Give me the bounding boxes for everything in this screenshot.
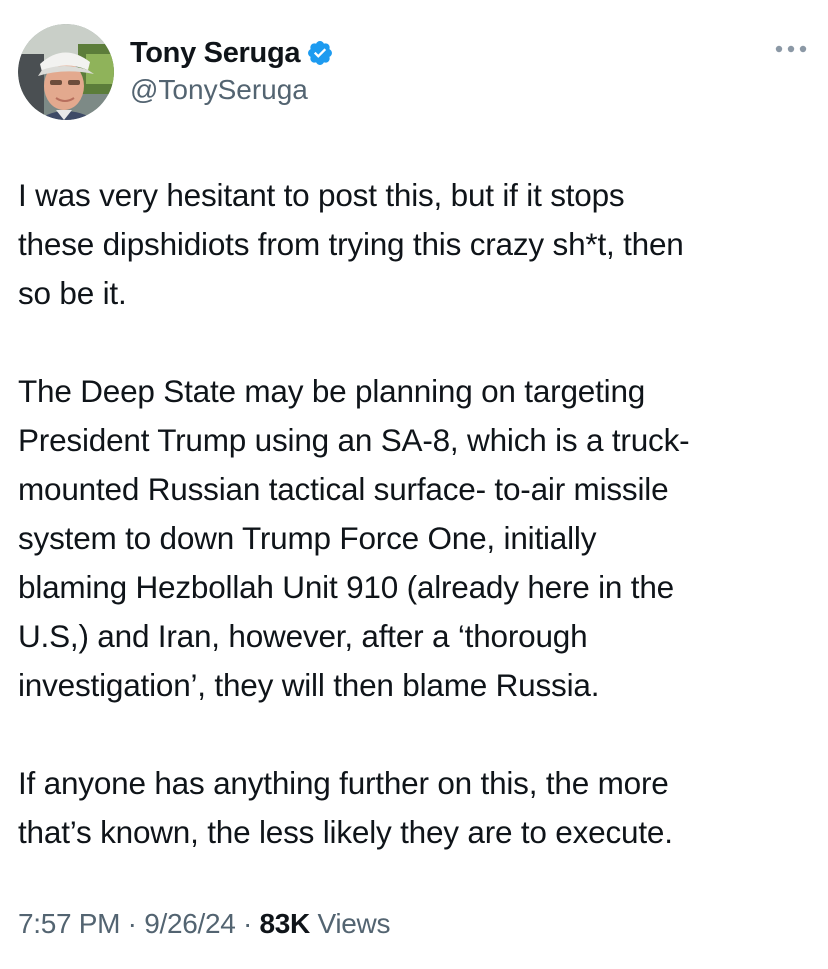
tweet-metadata: 7:57 PM · 9/26/24 · 83K Views <box>18 908 390 940</box>
tweet-paragraph: The Deep State may be planning on target… <box>18 373 690 703</box>
verified-badge-icon[interactable] <box>306 39 334 67</box>
tweet-paragraph: If anyone has anything further on this, … <box>18 765 673 850</box>
tweet-paragraph: I was very hesitant to post this, but if… <box>18 177 684 311</box>
meta-separator: · <box>127 908 137 939</box>
author-info: Tony Seruga @TonySeruga <box>130 34 334 106</box>
avatar-photo <box>18 24 114 120</box>
tweet-date[interactable]: 9/26/24 <box>144 908 236 939</box>
name-row: Tony Seruga <box>130 34 334 72</box>
tweet-time[interactable]: 7:57 PM <box>18 908 120 939</box>
more-dots-icon[interactable] <box>774 42 808 54</box>
views-count[interactable]: 83K <box>260 908 311 939</box>
views-label: Views <box>317 908 391 939</box>
display-name[interactable]: Tony Seruga <box>130 37 301 70</box>
tweet: Tony Seruga @TonySeruga I was very hesit… <box>0 0 828 969</box>
avatar[interactable] <box>18 24 114 120</box>
tweet-header: Tony Seruga @TonySeruga <box>18 24 810 120</box>
handle[interactable]: @TonySeruga <box>130 74 334 106</box>
tweet-text: I was very hesitant to post this, but if… <box>18 171 818 857</box>
meta-separator: · <box>243 908 253 939</box>
